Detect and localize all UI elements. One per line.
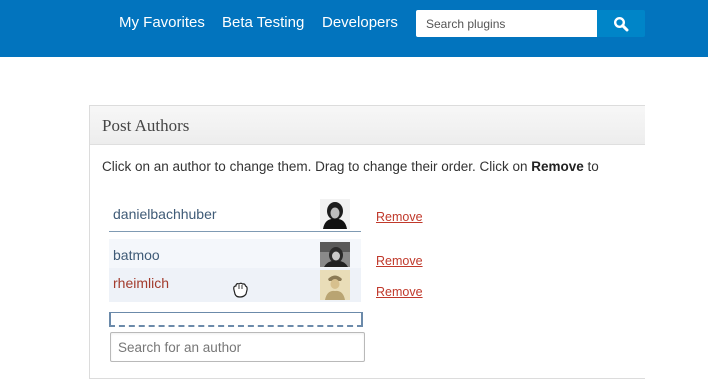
- avatar: [320, 199, 350, 229]
- remove-author-button[interactable]: Remove: [376, 210, 423, 224]
- author-row[interactable]: danielbachhuber: [109, 199, 361, 232]
- avatar: [320, 242, 350, 267]
- page-background: [645, 57, 708, 379]
- nav-link-beta-testing[interactable]: Beta Testing: [222, 14, 304, 31]
- instructions-text: Click on an author to change them. Drag …: [102, 159, 532, 174]
- avatar: [320, 270, 350, 300]
- plugin-search-input[interactable]: [416, 10, 597, 37]
- post-authors-title: Post Authors: [102, 116, 190, 135]
- remove-author-button[interactable]: Remove: [376, 285, 423, 299]
- grab-hand-cursor-icon: [231, 282, 249, 303]
- plugin-search-button[interactable]: [597, 10, 645, 37]
- author-name[interactable]: batmoo: [113, 247, 160, 263]
- nav-link-my-favorites[interactable]: My Favorites: [119, 14, 205, 31]
- drag-drop-placeholder: [109, 312, 363, 327]
- author-search-input[interactable]: [110, 332, 365, 362]
- nav-link-developers[interactable]: Developers: [322, 14, 398, 31]
- instructions-remove-keyword: Remove: [531, 159, 584, 174]
- author-name[interactable]: rheimlich: [113, 275, 169, 291]
- top-nav-bar: My Favorites Beta Testing Developers: [0, 0, 708, 57]
- instructions-text-end: to: [583, 159, 599, 174]
- remove-author-button[interactable]: Remove: [376, 254, 423, 268]
- author-row[interactable]: batmoo: [109, 239, 361, 269]
- author-name[interactable]: danielbachhuber: [113, 206, 217, 222]
- post-authors-header[interactable]: Post Authors: [90, 106, 645, 145]
- post-authors-box: Post Authors Click on an author to chang…: [89, 105, 645, 379]
- post-authors-instructions: Click on an author to change them. Drag …: [102, 159, 599, 174]
